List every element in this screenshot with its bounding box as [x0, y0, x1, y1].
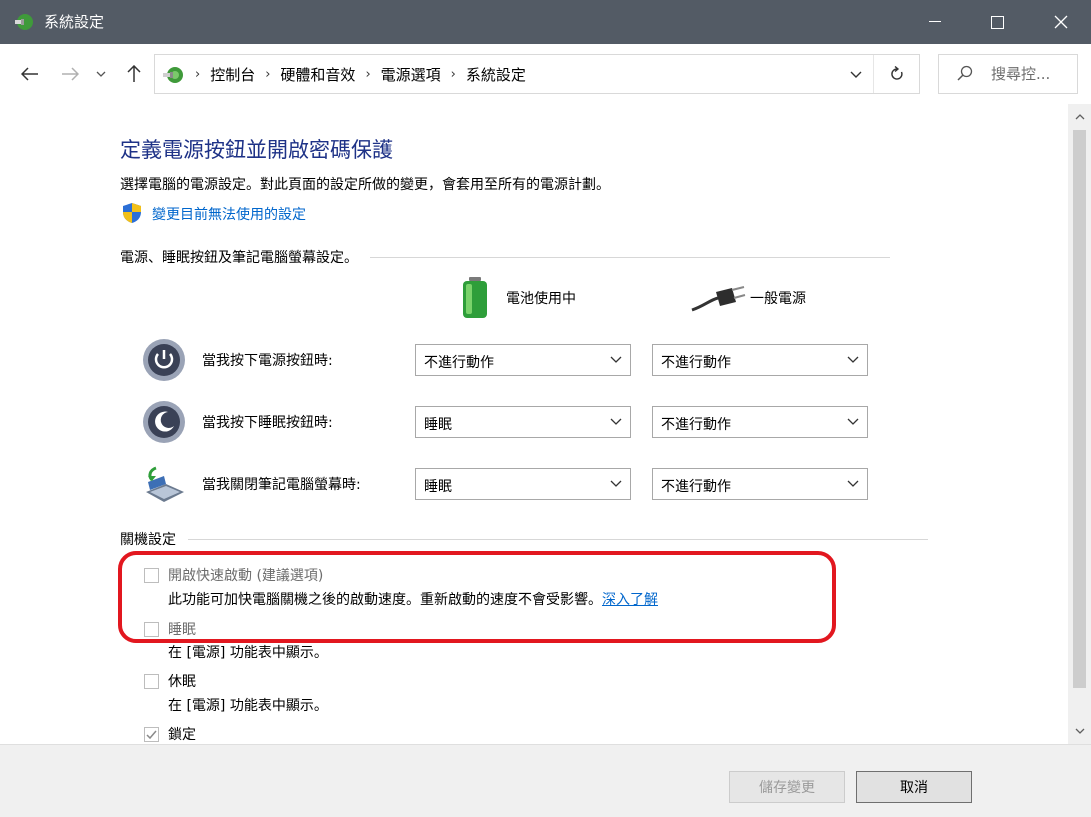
chevron-down-icon	[610, 480, 622, 487]
chevron-down-icon	[850, 71, 862, 78]
minimize-button[interactable]	[907, 0, 963, 44]
maximize-button[interactable]	[969, 0, 1025, 44]
chevron-down-icon	[847, 480, 859, 487]
address-dropdown-button[interactable]	[839, 55, 873, 93]
lock-option[interactable]: 鎖定	[144, 724, 196, 744]
chevron-down-icon	[96, 71, 106, 77]
refresh-button[interactable]	[873, 55, 919, 93]
power-button-plugged-select[interactable]: 不進行動作	[652, 344, 868, 376]
close-icon	[1054, 15, 1068, 29]
cancel-button[interactable]: 取消	[856, 771, 972, 803]
search-box[interactable]	[938, 54, 1078, 94]
search-input[interactable]	[991, 63, 1075, 85]
footer-bar: 儲存變更 取消	[0, 744, 1091, 817]
scroll-up-button[interactable]	[1068, 106, 1091, 128]
control-panel-icon	[163, 67, 183, 83]
lock-checkbox[interactable]	[144, 726, 159, 742]
select-value: 睡眠	[424, 479, 452, 495]
lid-close-label: 當我關閉筆記電腦螢幕時:	[202, 477, 361, 493]
select-value: 不進行動作	[661, 355, 731, 371]
sleep-button-plugged-select[interactable]: 不進行動作	[652, 406, 868, 438]
page-description: 選擇電腦的電源設定。對此頁面的設定所做的變更，會套用至所有的電源計劃。	[120, 177, 610, 193]
power-button-battery-select[interactable]: 不進行動作	[415, 344, 631, 376]
maximize-icon	[990, 15, 1004, 29]
select-value: 睡眠	[424, 417, 452, 433]
power-plug-icon	[691, 286, 746, 312]
select-value: 不進行動作	[661, 479, 731, 495]
change-settings-link[interactable]: 變更目前無法使用的設定	[152, 204, 306, 224]
chevron-down-icon	[847, 356, 859, 363]
lock-option-label: 鎖定	[168, 727, 196, 743]
shutdown-section-header: 關機設定	[120, 529, 928, 549]
forward-button[interactable]	[56, 60, 84, 88]
select-value: 不進行動作	[661, 417, 731, 433]
search-icon	[957, 65, 973, 81]
breadcrumb: › 控制台 › 硬體和音效 › 電源選項 › 系統設定	[191, 64, 532, 85]
scroll-thumb[interactable]	[1073, 130, 1086, 688]
hibernate-checkbox[interactable]	[144, 673, 159, 689]
breadcrumb-separator-icon: ›	[450, 67, 456, 82]
chevron-down-icon	[1075, 728, 1084, 734]
main-content: 定義電源按鈕並開啟密碼保護 選擇電腦的電源設定。對此頁面的設定所做的變更，會套用…	[0, 104, 1068, 744]
hibernate-option[interactable]: 休眠	[144, 671, 196, 691]
close-button[interactable]	[1033, 0, 1089, 44]
chevron-down-icon	[610, 418, 622, 425]
window-title: 系統設定	[44, 13, 105, 31]
power-section-heading: 電源、睡眠按鈕及筆記電腦螢幕設定。	[120, 250, 358, 266]
chevron-down-icon	[610, 356, 622, 363]
back-button[interactable]	[16, 60, 44, 88]
power-options-icon	[15, 14, 33, 30]
shutdown-section-heading: 關機設定	[120, 532, 176, 548]
power-section-header: 電源、睡眠按鈕及筆記電腦螢幕設定。	[120, 247, 890, 267]
sleep-button-battery-select[interactable]: 睡眠	[415, 406, 631, 438]
minimize-icon	[929, 21, 941, 22]
address-box[interactable]: › 控制台 › 硬體和音效 › 電源選項 › 系統設定	[154, 54, 920, 94]
save-changes-button[interactable]: 儲存變更	[729, 771, 845, 803]
hibernate-option-description: 在 [電源] 功能表中顯示。	[168, 698, 328, 714]
breadcrumb-separator-icon: ›	[195, 67, 201, 82]
arrow-right-icon	[62, 67, 79, 81]
breadcrumb-separator-icon: ›	[265, 67, 271, 82]
plugged-column-header: 一般電源	[690, 284, 806, 312]
breadcrumb-hardware-sound[interactable]: 硬體和音效	[274, 64, 361, 85]
breadcrumb-control-panel[interactable]: 控制台	[204, 64, 261, 85]
chevron-down-icon	[847, 418, 859, 425]
breadcrumb-power-options[interactable]: 電源選項	[375, 64, 447, 85]
power-button-icon	[143, 339, 185, 381]
checkmark-icon	[146, 730, 157, 739]
battery-icon	[463, 277, 487, 318]
section-divider	[188, 538, 928, 540]
laptop-lid-icon	[146, 466, 184, 502]
chevron-up-icon	[1075, 114, 1084, 120]
recent-locations-button[interactable]	[90, 60, 112, 88]
plugged-column-label: 一般電源	[750, 291, 806, 307]
power-button-label: 當我按下電源按鈕時:	[202, 353, 333, 369]
page-title: 定義電源按鈕並開啟密碼保護	[120, 138, 393, 162]
hibernate-option-label: 休眠	[168, 674, 196, 690]
sleep-button-label: 當我按下睡眠按鈕時:	[202, 415, 333, 431]
uac-shield-icon	[123, 203, 141, 223]
title-bar: 系統設定	[0, 0, 1091, 44]
battery-column-label: 電池使用中	[506, 291, 576, 307]
section-divider	[370, 256, 890, 258]
scroll-down-button[interactable]	[1068, 720, 1091, 742]
refresh-icon	[890, 66, 903, 80]
lid-close-battery-select[interactable]: 睡眠	[415, 468, 631, 500]
sleep-option-description: 在 [電源] 功能表中顯示。	[168, 645, 328, 661]
battery-column-header: 電池使用中	[460, 276, 576, 320]
highlight-annotation	[118, 551, 836, 643]
arrow-left-icon	[21, 67, 38, 81]
breadcrumb-system-settings[interactable]: 系統設定	[460, 64, 532, 85]
vertical-scrollbar[interactable]	[1068, 104, 1091, 744]
lid-close-plugged-select[interactable]: 不進行動作	[652, 468, 868, 500]
up-button[interactable]	[120, 60, 148, 88]
sleep-button-icon	[143, 401, 185, 443]
arrow-up-icon	[127, 65, 141, 82]
breadcrumb-separator-icon: ›	[365, 67, 371, 82]
select-value: 不進行動作	[424, 355, 494, 371]
